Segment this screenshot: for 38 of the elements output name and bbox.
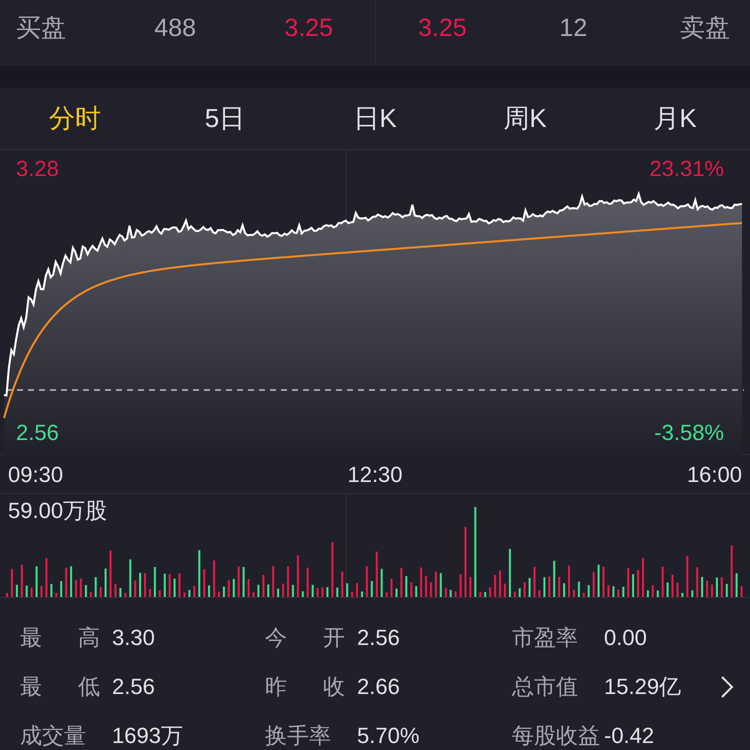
stat-label: 昨收 (265, 673, 345, 701)
stat-label: 最高 (20, 624, 100, 652)
stat-label: 成交量 (20, 722, 87, 750)
chart-tab[interactable]: 日K (300, 99, 450, 138)
bid-label: 买盘 (16, 13, 66, 44)
stat-value: 5.70% (357, 722, 420, 750)
stat-label: 今开 (265, 624, 345, 652)
ask-label: 卖盘 (680, 13, 730, 44)
stat-value: -0.42 (604, 722, 654, 750)
chart-tab[interactable]: 月K (600, 99, 750, 138)
stat-label: 市盈率 (512, 624, 579, 652)
stat-value: 15.29亿 (604, 673, 682, 701)
stat-label: 每股收益 (512, 722, 601, 750)
stat-value: 1693万 (112, 722, 183, 750)
volume-max-label: 59.00万股 (8, 500, 108, 522)
chevron-right-icon[interactable] (720, 674, 734, 698)
time-label: 09:30 (8, 460, 64, 488)
ask-price: 3.25 (418, 13, 467, 44)
stat-value: 2.66 (357, 673, 400, 701)
chart-tab[interactable]: 分时 (0, 99, 150, 138)
stat-label: 换手率 (265, 722, 332, 750)
time-label: 16:00 (686, 460, 742, 488)
chart-tab[interactable]: 周K (450, 99, 600, 138)
low-change-label: -3.58% (654, 422, 724, 444)
bid-volume: 488 (154, 13, 196, 44)
ask-volume: 12 (559, 13, 588, 44)
stat-label: 最低 (20, 673, 100, 701)
high-change-label: 23.31% (649, 158, 724, 180)
chart-tab[interactable]: 5日 (150, 99, 300, 138)
time-label: 12:30 (347, 460, 403, 488)
stat-value: 2.56 (112, 673, 155, 701)
low-price-label: 2.56 (16, 422, 59, 444)
high-price-label: 3.28 (16, 158, 59, 180)
bid-price: 3.25 (284, 13, 333, 44)
stat-value: 0.00 (604, 624, 647, 652)
stat-label: 总市值 (512, 673, 579, 701)
stat-value: 2.56 (357, 624, 400, 652)
stat-value: 3.30 (112, 624, 155, 652)
